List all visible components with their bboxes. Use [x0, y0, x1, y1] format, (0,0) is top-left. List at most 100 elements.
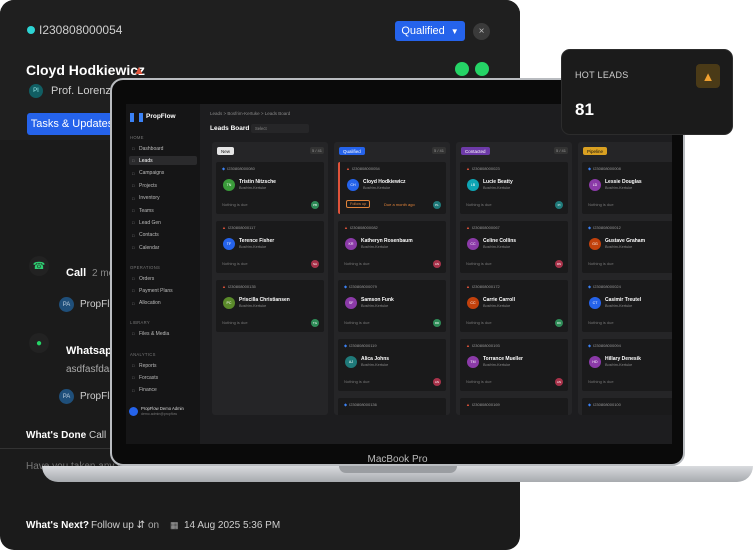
lead-id: ▲ I230808000135	[222, 284, 256, 289]
lead-card[interactable]: ◆ I230808000100	[582, 398, 672, 415]
board-column: Contacted 5 / 41 ▲ I230808000023 LB Lucie Bea…	[456, 142, 572, 415]
sidebar-item-reports[interactable]: □ Reports	[129, 361, 197, 370]
sidebar-item-campaigns[interactable]: □ Campaigns	[129, 169, 197, 178]
lead-card[interactable]: ▲ I230808000117 TF Terence Fisher Bosfrim-Ke…	[216, 221, 324, 273]
nav-icon: □	[132, 158, 135, 164]
assignee-avatar: RN	[555, 260, 563, 268]
lead-card[interactable]: ◆ I230808000079 SF Samson Funk Bosfrim-Kertu…	[338, 280, 446, 332]
sidebar-item-forcasts[interactable]: □ Forcasts	[129, 373, 197, 382]
lead-card[interactable]: ◆ I230808000136	[338, 398, 446, 415]
lead-card[interactable]: ▲ I230808000067 CC Celine Collins Bosfrim-Ke…	[460, 221, 568, 273]
lead-location: Bosfrim-Kertuke	[605, 186, 633, 190]
sidebar-item-dashboard[interactable]: □ Dashboard	[129, 144, 197, 153]
sidebar-item-label: Reports	[139, 362, 157, 369]
phone-icon[interactable]	[475, 62, 489, 76]
whatsapp-icon[interactable]	[455, 62, 469, 76]
due-text: Nothing is due	[344, 379, 370, 384]
lead-card[interactable]: ◆ I230808000080 TN Tristin Nitzsche Bosfrim-…	[216, 162, 324, 214]
lead-card[interactable]: ▲ I230808000169	[460, 398, 568, 415]
lead-location: Bosfrim-Kertuke	[483, 304, 511, 308]
status-dropdown[interactable]: Qualified ▼	[395, 21, 465, 41]
lead-card[interactable]: ▲ I230808000023 LB Lucie Beatty Bosfrim-Kert…	[460, 162, 568, 214]
lead-card[interactable]: ◆ I230808000119 AJ Alica Johns Bosfrim-Kertu…	[338, 339, 446, 391]
nav-icon: □	[132, 208, 135, 213]
whats-done-select[interactable]: Call	[89, 430, 106, 441]
filter-placeholder: Select	[255, 126, 267, 131]
nav-icon: □	[132, 183, 135, 189]
app-sidebar: PropFlow PropFlow Demo Admin demo.admin@…	[126, 104, 200, 444]
assignee-avatar: AN	[433, 260, 441, 268]
sidebar-item-label: Finance	[139, 387, 157, 394]
due-text: Nothing is due	[588, 261, 614, 266]
avatar: GG	[589, 238, 601, 250]
lead-id-text: I230808000117	[227, 225, 256, 230]
sidebar-item-files-media[interactable]: □ Files & Media	[129, 329, 197, 338]
due-text: Nothing is due	[344, 261, 370, 266]
sidebar-item-label: Allocation	[139, 300, 161, 307]
lead-id-text: I230808000079	[349, 284, 377, 289]
sidebar-item-projects[interactable]: □ Projects	[129, 181, 197, 190]
lead-id: ▲ I230808000172	[466, 284, 500, 289]
column-count: 5 / 41	[309, 147, 324, 154]
lead-card[interactable]: ◆ I230808000008 LD Lessie Douglas Bosfrim-Ke…	[582, 162, 672, 214]
nav-icon: □	[132, 387, 135, 393]
lead-card[interactable]: ▲ I230808000135 PC Priscilla Christiansen Bo…	[216, 280, 324, 332]
sidebar-item-leads[interactable]: □ Leads	[129, 156, 197, 166]
lead-card[interactable]: ▲ I230808000193 TM Torrance Mueller Bosfrim-…	[460, 339, 568, 391]
lead-card[interactable]: ◆ I230808000094 HD Hillary Denesik Bosfrim-K…	[582, 339, 672, 391]
sidebar-item-allocation[interactable]: □ Allocation	[129, 299, 197, 308]
tab-tasks-updates[interactable]: Tasks & Updates	[27, 113, 117, 135]
nav-icon: □	[132, 170, 135, 176]
sidebar-item-inventory[interactable]: □ Inventory	[129, 194, 197, 203]
flag-icon: ◆	[344, 284, 348, 289]
due-text: Due a month ago	[384, 202, 415, 207]
lead-location: Bosfrim-Kertuke	[483, 186, 511, 190]
sidebar-item-payment-plans[interactable]: □ Payment Plans	[129, 286, 197, 295]
sidebar-item-label: Projects	[139, 182, 158, 189]
flag-icon: ◆	[588, 343, 592, 348]
brand-name: PropFlow	[146, 113, 176, 120]
lead-card[interactable]: ▲ I230808000082 KR Katheryn Rosenbaum Bosfri…	[338, 221, 446, 273]
flame-icon: ▲	[466, 343, 470, 348]
lead-id: ▲ I230808000082	[344, 225, 378, 230]
sidebar-item-contacts[interactable]: □ Contacts	[129, 231, 197, 240]
flame-icon: ▲	[222, 284, 226, 289]
lead-card[interactable]: ◆ I230808000012 GG Gustave Graham Bosfrim-Ke…	[582, 221, 672, 273]
whats-next-select[interactable]: Follow up ⇵	[91, 520, 145, 531]
due-text: Nothing is due	[466, 202, 492, 207]
sidebar-item-calendar[interactable]: □ Calendar	[129, 243, 197, 252]
close-button[interactable]: ×	[473, 23, 490, 40]
nav-icon: □	[132, 363, 135, 368]
filter-select[interactable]: Select	[251, 124, 309, 133]
sidebar-item-finance[interactable]: □ Finance	[129, 386, 197, 395]
flame-icon: ▲	[466, 402, 470, 407]
flag-icon: ◆	[344, 402, 348, 407]
flag-icon: ◆	[588, 284, 592, 289]
lead-id: ◆ I230808000080	[222, 166, 255, 171]
whats-next-label: What's Next?	[26, 520, 89, 531]
board-column: Qualified 5 / 41 ▲ I230808000054 CH Cloyd Hod…	[334, 142, 450, 415]
lead-card[interactable]: ▲ I230808000054 CH Cloyd Hodkiewicz Bosfrim-…	[338, 162, 446, 214]
follow-up-badge: Follow up	[346, 200, 371, 208]
lead-card[interactable]: ▲ I230808000172 CC Carrie Carroll Bosfrim-Ke…	[460, 280, 568, 332]
sidebar-item-label: Forcasts	[139, 374, 159, 381]
next-date-picker[interactable]: 14 Aug 2025 5:36 PM	[184, 520, 280, 531]
sidebar-item-lead-gen[interactable]: □ Lead Gen	[129, 218, 197, 227]
lead-card[interactable]: ◆ I230808000024 CT Casimir Treutel Bosfrim-K…	[582, 280, 672, 332]
flame-icon: ▲	[466, 166, 470, 171]
lead-location: Bosfrim-Kertuke	[605, 363, 633, 367]
nav-icon: □	[132, 288, 135, 294]
lead-id-text: I230808000023	[471, 166, 500, 171]
sidebar-item-orders[interactable]: □ Orders	[129, 274, 197, 283]
sidebar-item-label: Contacts	[139, 232, 159, 239]
breadcrumb[interactable]: Leads > Bosfrim-Kertuke > Leads Board	[210, 111, 290, 116]
lead-id: ▲ I230808000169	[466, 402, 500, 407]
user-profile[interactable]: PropFlow Demo Admin demo.admin@propflow	[129, 406, 197, 420]
sidebar-item-teams[interactable]: □ Teams	[129, 206, 197, 215]
phone-activity-icon: ☎	[29, 256, 49, 276]
avatar: CC	[467, 238, 479, 250]
due-text: Nothing is due	[466, 261, 492, 266]
due-text: Nothing is due	[466, 379, 492, 384]
column-status-tag: Pipeline	[583, 147, 608, 155]
sidebar-group-label: ANALYTICS	[130, 352, 156, 357]
